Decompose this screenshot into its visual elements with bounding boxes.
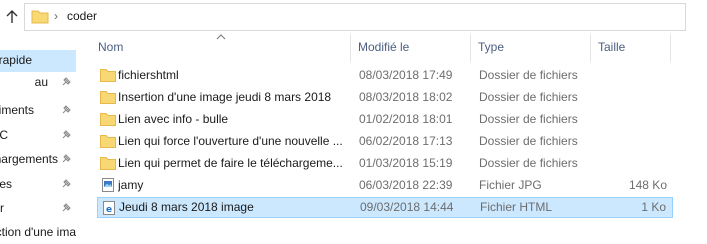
file-modified: 09/03/2018 14:44 [360, 200, 454, 214]
pin-icon [62, 130, 71, 139]
file-modified: 06/02/2018 17:13 [359, 134, 453, 148]
breadcrumb-segment[interactable]: coder [67, 9, 97, 23]
file-type: Fichier HTML [480, 200, 553, 214]
nav-item-label: hargements [0, 152, 58, 166]
nav-item-label: ction d'une ima [0, 225, 76, 239]
pin-icon [62, 77, 71, 86]
pin-icon [62, 105, 71, 114]
folder-icon [100, 91, 116, 104]
nav-item[interactable]: es [0, 174, 76, 196]
nav-item[interactable]: iments [0, 100, 76, 122]
file-name: Lien avec info - bulle [118, 112, 229, 126]
address-bar-area: › coder [0, 0, 707, 34]
file-modified: 08/03/2018 18:02 [359, 90, 453, 104]
file-row[interactable]: Lien qui permet de faire le téléchargeme… [97, 153, 673, 174]
file-type: Dossier de fichiers [479, 90, 578, 104]
sort-ascending-icon[interactable] [216, 34, 226, 40]
file-name: Insertion d'une image jeudi 8 mars 2018 [118, 90, 332, 104]
image-file-icon [102, 178, 114, 192]
folder-icon [100, 113, 116, 126]
nav-item-quick-access[interactable]: rapide [0, 50, 76, 72]
folder-icon [31, 10, 49, 24]
html-file-icon: e [103, 201, 115, 215]
file-list: Nom Modifié le Type Taille fichiershtml … [92, 34, 707, 244]
file-row-selected[interactable]: e Jeudi 8 mars 2018 image 09/03/2018 14:… [97, 197, 673, 218]
file-row[interactable]: fichiershtml 08/03/2018 17:49 Dossier de… [97, 65, 673, 86]
nav-item-label: r [0, 201, 4, 215]
file-type: Dossier de fichiers [479, 156, 578, 170]
column-divider[interactable] [590, 34, 591, 62]
column-divider[interactable] [470, 34, 471, 62]
file-modified: 08/03/2018 17:49 [359, 68, 453, 82]
file-name: Lien qui force l'ouverture d'une nouvell… [118, 134, 343, 148]
pin-icon [62, 203, 71, 212]
nav-item[interactable]: au [0, 72, 76, 94]
chevron-right-icon[interactable]: › [54, 9, 58, 23]
column-header-size[interactable]: Taille [598, 39, 625, 59]
file-row[interactable]: Insertion d'une image jeudi 8 mars 2018 … [97, 87, 673, 108]
file-modified: 01/03/2018 15:19 [359, 156, 453, 170]
column-header-type[interactable]: Type [478, 39, 504, 59]
pin-icon [62, 154, 71, 163]
nav-item-label: C [0, 128, 8, 142]
column-divider[interactable] [670, 34, 671, 62]
file-row[interactable]: Lien qui force l'ouverture d'une nouvell… [97, 131, 673, 152]
file-row[interactable]: jamy 06/03/2018 22:39 Fichier JPG 148 Ko [97, 175, 673, 196]
nav-item-label: es [0, 177, 12, 191]
nav-item-label: au [34, 75, 48, 89]
address-bar[interactable]: › coder [24, 3, 686, 31]
file-name: jamy [118, 178, 144, 192]
file-size: 148 Ko [628, 178, 667, 192]
folder-icon [100, 69, 116, 82]
file-type: Dossier de fichiers [479, 134, 578, 148]
up-arrow-icon[interactable] [4, 9, 20, 25]
nav-item[interactable]: hargements [0, 149, 76, 171]
svg-text:e: e [106, 205, 112, 215]
folder-icon [100, 157, 116, 170]
file-name: fichiershtml [118, 68, 179, 82]
file-type: Fichier JPG [479, 178, 542, 192]
column-divider[interactable] [350, 34, 351, 62]
nav-item-label: iments [0, 103, 34, 117]
file-name: Jeudi 8 mars 2018 image [119, 200, 254, 214]
navigation-pane: rapide au iments C hargements es r ction… [0, 34, 76, 244]
file-modified: 01/02/2018 18:01 [359, 112, 453, 126]
file-modified: 06/03/2018 22:39 [359, 178, 453, 192]
file-name: Lien qui permet de faire le téléchargeme… [118, 156, 343, 170]
file-type: Dossier de fichiers [479, 68, 578, 82]
file-type: Dossier de fichiers [479, 112, 578, 126]
column-header-modified[interactable]: Modifié le [358, 39, 409, 59]
nav-item[interactable]: C [0, 125, 76, 147]
column-header-name[interactable]: Nom [98, 39, 123, 59]
nav-item[interactable]: r [0, 198, 76, 220]
pin-icon [62, 179, 71, 188]
nav-item-label: rapide [0, 53, 32, 67]
file-size: 1 Ko [641, 200, 666, 214]
nav-item[interactable]: ction d'une ima [0, 222, 76, 244]
folder-icon [100, 135, 116, 148]
file-row[interactable]: Lien avec info - bulle 01/02/2018 18:01 … [97, 109, 673, 130]
